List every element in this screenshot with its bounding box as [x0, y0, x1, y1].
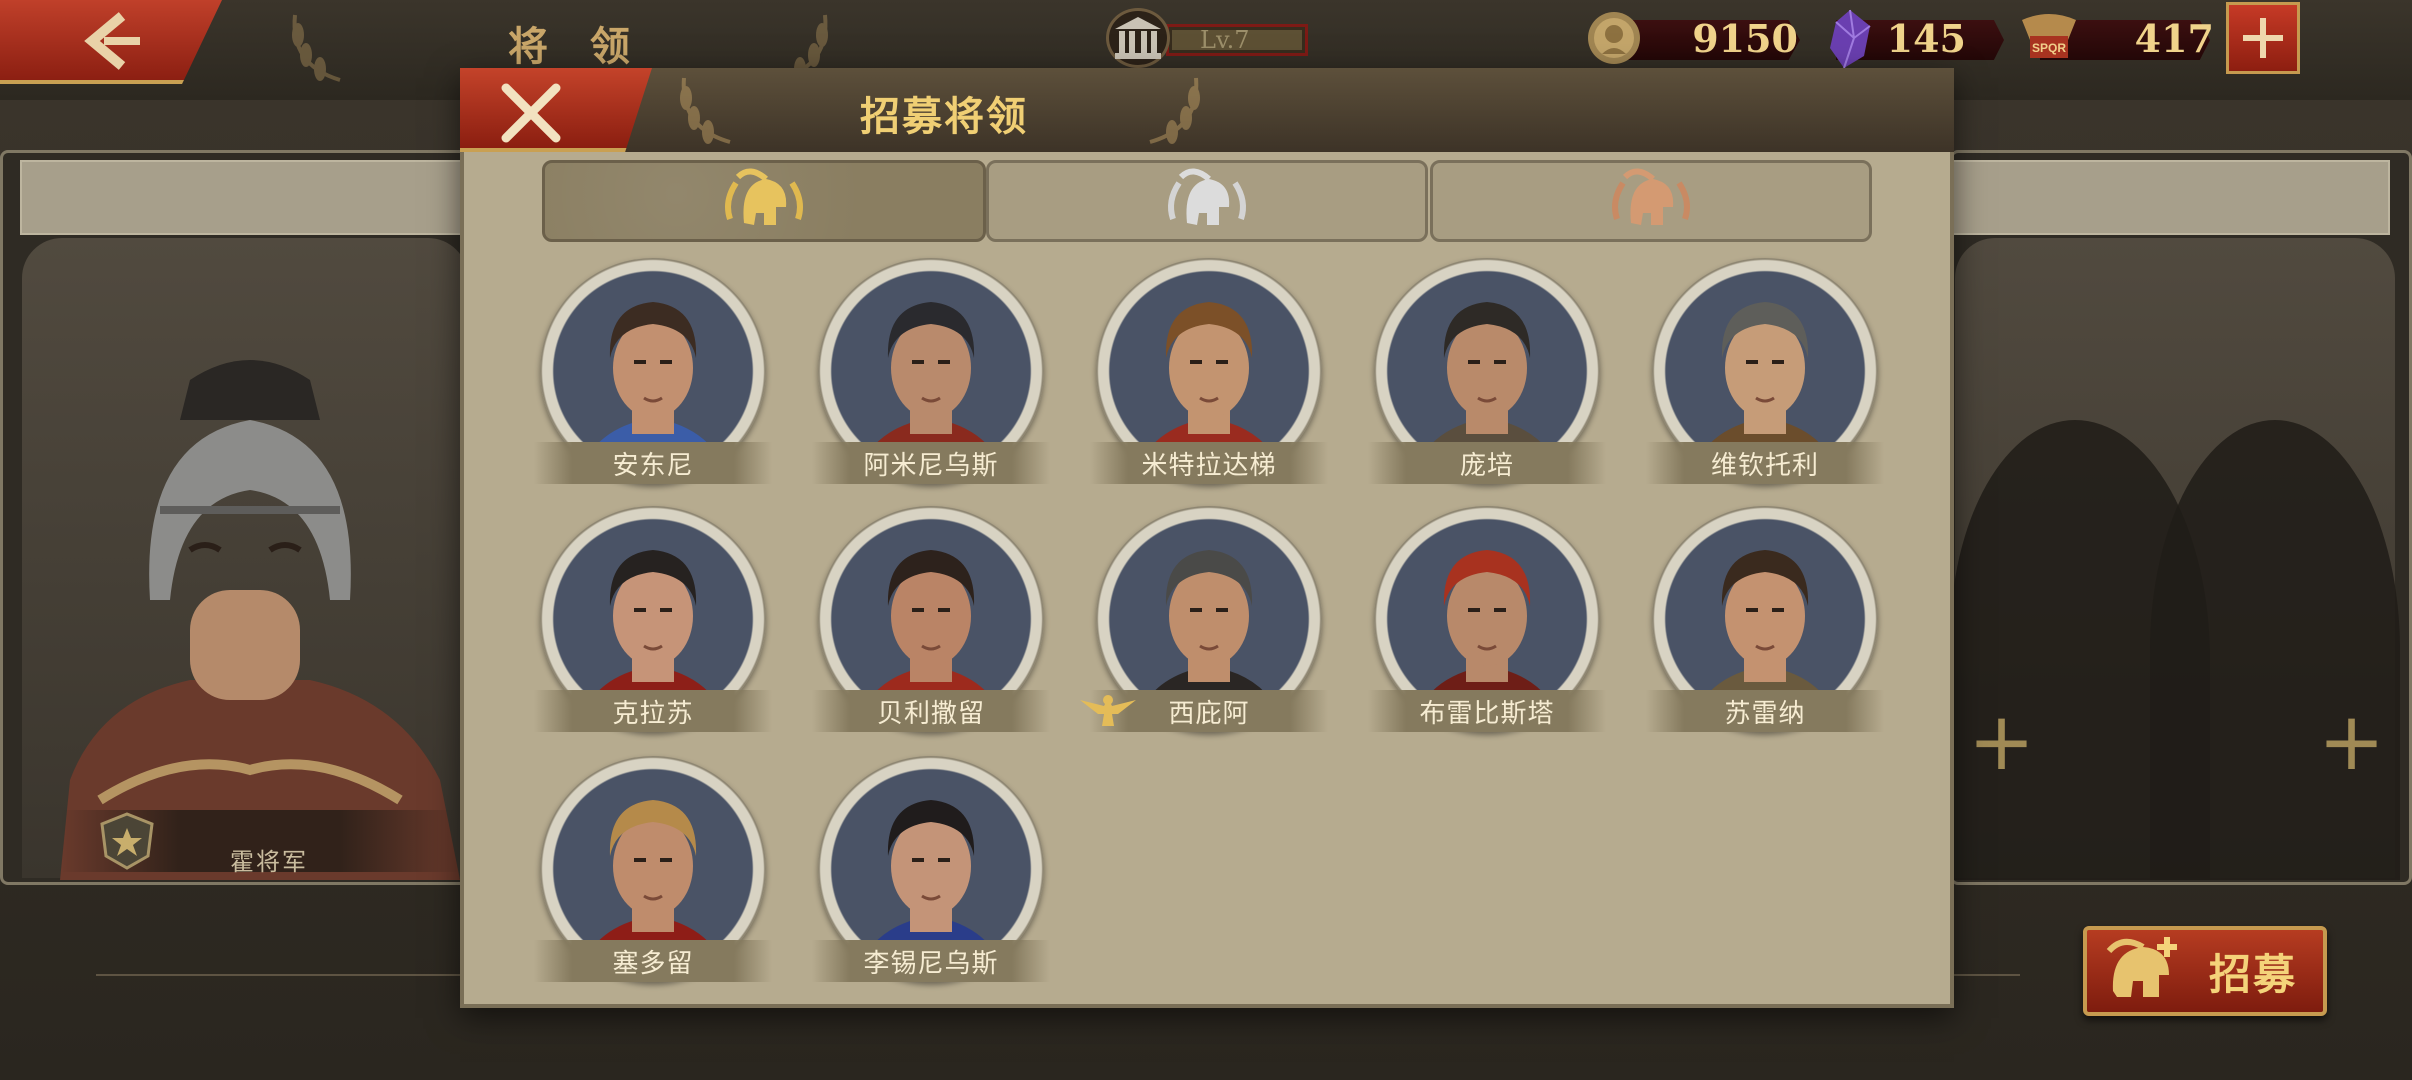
general-nameplate: 塞多留 — [534, 940, 772, 982]
general-nameplate: 阿米尼乌斯 — [812, 442, 1050, 484]
recruit-button-label: 招募 — [2209, 949, 2298, 999]
add-currency-button[interactable] — [2226, 2, 2300, 74]
general-name: 布雷比斯塔 — [1419, 698, 1555, 729]
level-label: Lv.7 — [1200, 26, 1250, 54]
spqr-eagle-icon: SPQR — [2022, 14, 2076, 58]
general-card[interactable]: 克拉苏 — [534, 506, 772, 738]
gold-spartan-helmet-icon — [725, 168, 803, 225]
rank-badge-icon — [100, 812, 154, 870]
general-card[interactable]: 布雷比斯塔 — [1368, 506, 1606, 738]
divider-line — [96, 974, 476, 976]
general-name: 阿米尼乌斯 — [863, 450, 999, 481]
tab-bronze-tier[interactable] — [1430, 160, 1872, 242]
gem-value: 145 — [1886, 16, 1966, 61]
general-nameplate: 维钦托利 — [1646, 442, 1884, 484]
spqr-token-value: 417 — [2134, 16, 2214, 61]
general-card[interactable]: 安东尼 — [534, 258, 772, 490]
spqr-badge-text: SPQR — [2032, 41, 2066, 55]
spartan-helmet-plus-icon — [2106, 937, 2177, 997]
plus-icon — [2243, 18, 2283, 58]
eagle-icon — [1080, 695, 1136, 726]
general-card[interactable]: 庞培 — [1368, 258, 1606, 490]
general-name: 贝利撒留 — [876, 698, 985, 729]
general-card[interactable]: 米特拉达梯 — [1090, 258, 1328, 490]
general-portrait-helmeted[interactable] — [40, 350, 460, 880]
general-name: 安东尼 — [612, 450, 694, 481]
general-nameplate: 安东尼 — [534, 442, 772, 484]
dialog-title: 招募将领 — [860, 93, 1028, 140]
general-name: 苏雷纳 — [1724, 698, 1806, 729]
tab-gold-tier[interactable] — [542, 160, 986, 242]
recruit-button[interactable]: 招募 — [2083, 926, 2327, 1016]
laurel-left-icon — [292, 14, 341, 82]
gold-value: 9150 — [1692, 16, 1798, 61]
general-nameplate: 苏雷纳 — [1646, 690, 1884, 732]
general-name-label: 霍将军 — [230, 848, 308, 876]
chevron-left-icon[interactable] — [78, 10, 148, 72]
general-card[interactable]: 李锡尼乌斯 — [812, 756, 1050, 988]
general-name: 庞培 — [1459, 450, 1514, 481]
add-general-plus-icon[interactable]: + — [1968, 702, 2035, 782]
empty-general-silhouette — [2150, 420, 2400, 880]
add-general-plus-icon[interactable]: + — [2318, 702, 2385, 782]
general-name: 米特拉达梯 — [1141, 450, 1277, 481]
general-card[interactable]: 阿米尼乌斯 — [812, 258, 1050, 490]
bank-building-icon[interactable] — [1106, 8, 1170, 68]
general-name: 李锡尼乌斯 — [863, 948, 999, 979]
general-card[interactable]: 贝利撒留 — [812, 506, 1050, 738]
general-card[interactable]: 维钦托利 — [1646, 258, 1884, 490]
general-name: 维钦托利 — [1710, 450, 1819, 481]
general-nameplate: 克拉苏 — [534, 690, 772, 732]
silver-spartan-helmet-icon — [1168, 168, 1246, 225]
gold-coin-icon — [1588, 12, 1640, 64]
general-nameplate: 李锡尼乌斯 — [812, 940, 1050, 982]
general-nameplate: 庞培 — [1368, 442, 1606, 484]
general-name: 克拉苏 — [612, 698, 694, 729]
page-title: 将 领 — [508, 23, 644, 70]
general-nameplate: 米特拉达梯 — [1090, 442, 1328, 484]
general-card[interactable]: 西庇阿 — [1080, 506, 1328, 738]
general-card[interactable]: 塞多留 — [534, 756, 772, 988]
bronze-spartan-helmet-icon — [1612, 168, 1690, 225]
general-name: 西庇阿 — [1168, 698, 1250, 729]
general-card[interactable]: 苏雷纳 — [1646, 506, 1884, 738]
general-nameplate: 布雷比斯塔 — [1368, 690, 1606, 732]
frame-header-strip-left — [20, 160, 470, 235]
general-nameplate: 贝利撒留 — [812, 690, 1050, 732]
close-icon[interactable] — [498, 80, 564, 146]
frame-header-strip-right — [1950, 160, 2390, 235]
general-name: 塞多留 — [612, 948, 694, 979]
tab-silver-tier[interactable] — [986, 160, 1428, 242]
